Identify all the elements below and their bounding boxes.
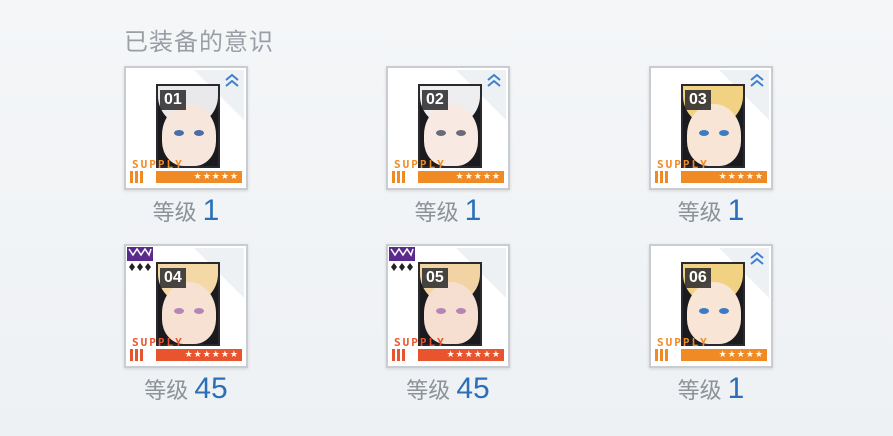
level-display: 等级 1 bbox=[649, 372, 773, 406]
stigma-slot-06[interactable]: 06 SUPPLY ★★★★★ 等级 1 bbox=[649, 244, 773, 414]
rank-up-chevron-icon bbox=[750, 73, 764, 87]
slot-number: 02 bbox=[422, 90, 448, 110]
supply-label: SUPPLY bbox=[132, 336, 184, 349]
character-portrait: 03 bbox=[681, 84, 745, 168]
stigma-card[interactable]: 06 SUPPLY ★★★★★ bbox=[649, 244, 773, 368]
stigma-slot-02[interactable]: 02 SUPPLY ★★★★★ 等级 1 bbox=[386, 66, 510, 236]
stigma-card[interactable]: 05 SUPPLY ★★★★★★ bbox=[386, 244, 510, 368]
rarity-stars: ★★★★★★ bbox=[156, 349, 242, 361]
level-value: 1 bbox=[727, 372, 745, 405]
rank-up-chevron-icon bbox=[487, 73, 501, 87]
rarity-stars: ★★★★★ bbox=[156, 171, 242, 183]
rarity-stars: ★★★★★ bbox=[681, 349, 767, 361]
character-portrait: 01 bbox=[156, 84, 220, 168]
slot-number: 03 bbox=[685, 90, 711, 110]
slot-number: 05 bbox=[422, 268, 448, 288]
rarity-bar: ★★★★★ bbox=[655, 349, 767, 361]
rank-badge-icon bbox=[389, 247, 415, 271]
character-portrait: 06 bbox=[681, 262, 745, 346]
rank-up-chevron-icon bbox=[750, 251, 764, 265]
level-value: 45 bbox=[194, 372, 228, 405]
level-label: 等级 bbox=[406, 379, 451, 404]
rarity-bar: ★★★★★★ bbox=[392, 349, 504, 361]
rarity-bar: ★★★★★ bbox=[392, 171, 504, 183]
character-portrait: 05 bbox=[418, 262, 482, 346]
rank-up-chevron-icon bbox=[225, 73, 239, 87]
level-label: 等级 bbox=[144, 379, 189, 404]
rarity-bar: ★★★★★★ bbox=[130, 349, 242, 361]
level-value: 1 bbox=[727, 194, 745, 227]
supply-label: SUPPLY bbox=[657, 158, 709, 171]
level-value: 45 bbox=[456, 372, 490, 405]
level-display: 等级 45 bbox=[386, 372, 510, 406]
stigma-slot-03[interactable]: 03 SUPPLY ★★★★★ 等级 1 bbox=[649, 66, 773, 236]
stigma-card[interactable]: 03 SUPPLY ★★★★★ bbox=[649, 66, 773, 190]
level-display: 等级 1 bbox=[124, 194, 248, 228]
level-display: 等级 1 bbox=[649, 194, 773, 228]
rank-badge-icon bbox=[127, 247, 153, 271]
stigma-card[interactable]: 04 SUPPLY ★★★★★★ bbox=[124, 244, 248, 368]
rarity-stars: ★★★★★★ bbox=[418, 349, 504, 361]
stigma-slot-05[interactable]: 05 SUPPLY ★★★★★★ 等级 45 bbox=[386, 244, 510, 414]
stigma-card[interactable]: 01 SUPPLY ★★★★★ bbox=[124, 66, 248, 190]
stigma-slot-04[interactable]: 04 SUPPLY ★★★★★★ 等级 45 bbox=[124, 244, 248, 414]
supply-label: SUPPLY bbox=[132, 158, 184, 171]
character-portrait: 02 bbox=[418, 84, 482, 168]
slot-number: 04 bbox=[160, 268, 186, 288]
level-label: 等级 bbox=[677, 201, 722, 226]
supply-label: SUPPLY bbox=[657, 336, 709, 349]
slot-number: 01 bbox=[160, 90, 186, 110]
rarity-bar: ★★★★★ bbox=[130, 171, 242, 183]
supply-label: SUPPLY bbox=[394, 158, 446, 171]
character-portrait: 04 bbox=[156, 262, 220, 346]
level-display: 等级 45 bbox=[124, 372, 248, 406]
level-label: 等级 bbox=[152, 201, 197, 226]
rarity-stars: ★★★★★ bbox=[681, 171, 767, 183]
slot-number: 06 bbox=[685, 268, 711, 288]
rarity-bar: ★★★★★ bbox=[655, 171, 767, 183]
rarity-stars: ★★★★★ bbox=[418, 171, 504, 183]
level-value: 1 bbox=[202, 194, 220, 227]
stigma-slot-01[interactable]: 01 SUPPLY ★★★★★ 等级 1 bbox=[124, 66, 248, 236]
level-label: 等级 bbox=[677, 379, 722, 404]
level-display: 等级 1 bbox=[386, 194, 510, 228]
level-value: 1 bbox=[464, 194, 482, 227]
section-title: 已装备的意识 bbox=[124, 28, 274, 56]
stigma-card[interactable]: 02 SUPPLY ★★★★★ bbox=[386, 66, 510, 190]
supply-label: SUPPLY bbox=[394, 336, 446, 349]
level-label: 等级 bbox=[414, 201, 459, 226]
